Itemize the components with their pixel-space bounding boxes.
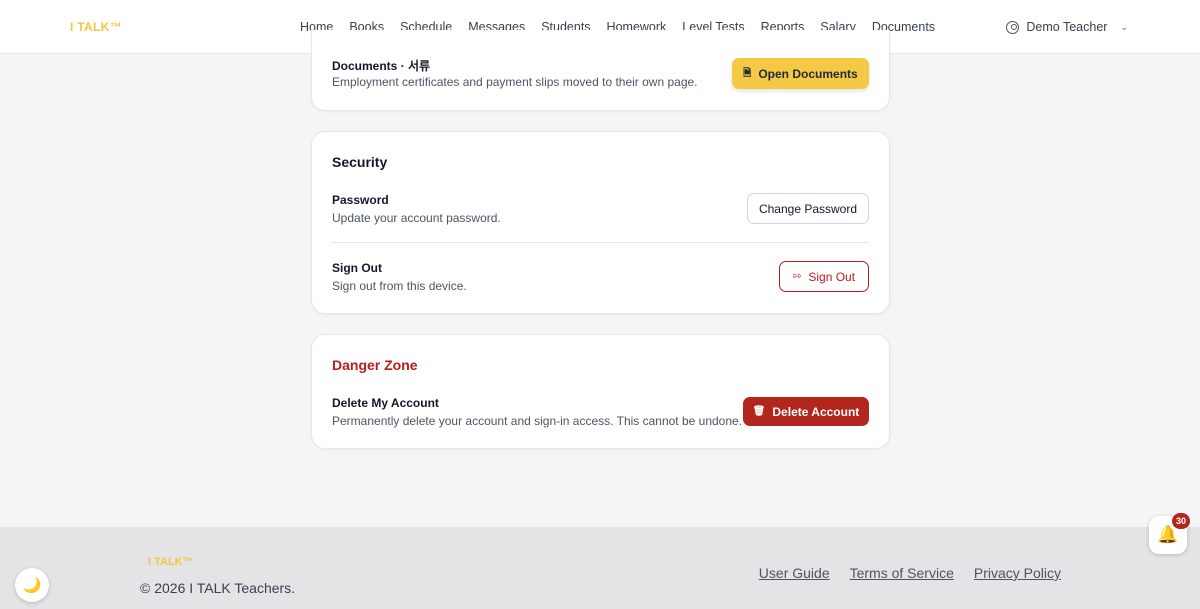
change-password-button[interactable]: Change Password [747, 193, 869, 224]
footer: I TALK™ © 2026 I TALK Teachers. User Gui… [0, 527, 1200, 609]
security-heading: Security [332, 154, 388, 170]
divider [332, 242, 869, 243]
logout-icon: ⇰ [792, 270, 802, 282]
documents-description: Employment certificates and payment slip… [332, 75, 698, 89]
user-name: Demo Teacher [1026, 20, 1108, 34]
delete-account-title: Delete My Account [332, 396, 439, 410]
password-title: Password [332, 193, 389, 207]
password-description: Update your account password. [332, 211, 501, 225]
brand-logo[interactable]: I TALK™ [70, 20, 122, 34]
copyright: © 2026 I TALK Teachers. [140, 580, 296, 596]
security-card: Security Password Update your account pa… [311, 131, 890, 314]
footer-logo: I TALK™ [148, 556, 194, 568]
delete-account-button[interactable]: 🗑 Delete Account [743, 397, 869, 426]
privacy-policy-link[interactable]: Privacy Policy [974, 565, 1061, 581]
delete-account-description: Permanently delete your account and sign… [332, 414, 743, 428]
notification-count-badge: 30 [1172, 513, 1190, 529]
documents-card: Documents · 서류 Employment certificates a… [311, 30, 890, 111]
danger-zone-card: Danger Zone Delete My Account Permanentl… [311, 334, 890, 449]
terms-of-service-link[interactable]: Terms of Service [850, 565, 954, 581]
user-guide-link[interactable]: User Guide [759, 565, 830, 581]
signout-description: Sign out from this device. [332, 279, 467, 293]
theme-toggle-button[interactable]: 🌙 [15, 568, 49, 602]
sign-out-label: Sign Out [808, 269, 856, 284]
trash-icon: 🗑 [752, 405, 766, 417]
footer-links: User Guide Terms of Service Privacy Poli… [759, 565, 1061, 581]
open-documents-label: Open Documents [758, 66, 858, 81]
change-password-label: Change Password [758, 201, 858, 216]
open-documents-button[interactable]: 🗎 Open Documents [732, 58, 869, 89]
sign-out-button[interactable]: ⇰ Sign Out [779, 261, 869, 292]
chevron-down-icon: ⌄ [1120, 21, 1128, 32]
signout-title: Sign Out [332, 261, 382, 275]
user-circle-icon [1006, 20, 1020, 34]
delete-account-label: Delete Account [772, 404, 860, 419]
documents-title: Documents · 서류 [332, 59, 431, 73]
moon-icon: 🌙 [22, 577, 42, 594]
user-menu[interactable]: Demo Teacher ⌄ [1006, 0, 1128, 54]
danger-zone-heading: Danger Zone [332, 357, 418, 373]
document-icon: 🗎 [743, 67, 752, 79]
